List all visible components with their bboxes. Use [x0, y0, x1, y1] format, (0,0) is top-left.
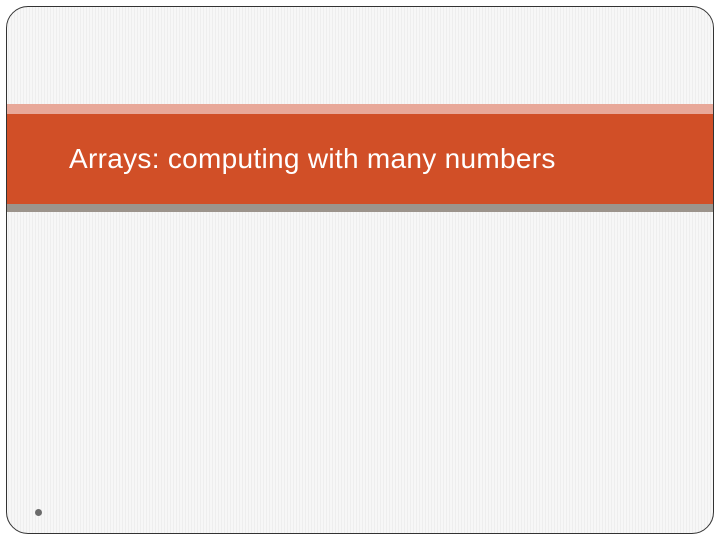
- bullet-icon: [35, 509, 42, 516]
- title-band: Arrays: computing with many numbers: [7, 114, 713, 204]
- slide-title: Arrays: computing with many numbers: [69, 143, 556, 175]
- slide-frame: Arrays: computing with many numbers: [6, 6, 714, 534]
- accent-stripe-top: [7, 104, 713, 114]
- accent-stripe-bottom: [7, 204, 713, 212]
